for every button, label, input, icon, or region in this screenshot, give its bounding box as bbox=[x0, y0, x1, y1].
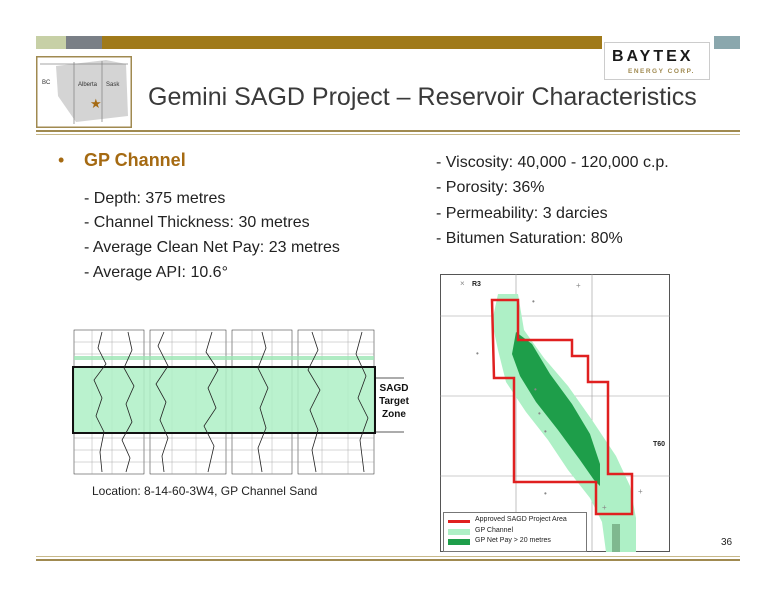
well-log-caption: Location: 8-14-60-3W4, GP Channel Sand bbox=[92, 484, 318, 498]
sagd-target-zone bbox=[74, 368, 374, 432]
svg-text:•: • bbox=[476, 349, 479, 358]
bullet-marker: • bbox=[58, 150, 65, 170]
page-number: 36 bbox=[721, 537, 733, 548]
section-heading: GP Channel bbox=[84, 150, 186, 170]
svg-text:•: • bbox=[532, 297, 535, 306]
map-label-sask: Sask bbox=[106, 82, 120, 88]
left-item-net-pay: - Average Clean Net Pay: 23 metres bbox=[84, 239, 340, 256]
legend-label-netpay: GP Net Pay > 20 metres bbox=[475, 537, 551, 544]
log-upper-marker bbox=[74, 356, 374, 360]
map-legend: Approved SAGD Project Area GP Channel GP… bbox=[443, 512, 587, 552]
footer-rule bbox=[36, 559, 740, 561]
right-item-porosity: - Porosity: 36% bbox=[436, 179, 545, 196]
legend-swatch-netpay bbox=[448, 539, 470, 545]
location-map: BC Alberta Sask ★ bbox=[36, 56, 132, 128]
map-label-bc: BC bbox=[42, 80, 51, 86]
legend-item-channel: GP Channel bbox=[448, 527, 584, 537]
right-item-permeability: - Permeability: 3 darcies bbox=[436, 205, 608, 222]
svg-text:+: + bbox=[638, 487, 643, 496]
legend-item-project: Approved SAGD Project Area bbox=[448, 516, 584, 526]
left-item-thickness: - Channel Thickness: 30 metres bbox=[84, 214, 310, 231]
title-rule-thin bbox=[36, 134, 740, 135]
township-label: T60 bbox=[653, 441, 665, 448]
legend-swatch-project bbox=[448, 520, 470, 523]
company-logo-sub: ENERGY CORP. bbox=[628, 68, 695, 75]
svg-text:•: • bbox=[538, 409, 541, 418]
well-log-image bbox=[72, 328, 376, 478]
channel-tail bbox=[612, 524, 620, 552]
strip-segment-3 bbox=[102, 36, 602, 49]
svg-text:•: • bbox=[534, 385, 537, 394]
left-item-api: - Average API: 10.6° bbox=[84, 264, 228, 281]
strip-segment-2 bbox=[66, 36, 102, 49]
legend-swatch-channel bbox=[448, 529, 470, 535]
svg-text:•: • bbox=[544, 489, 547, 498]
title-rule bbox=[36, 130, 740, 132]
right-item-saturation: - Bitumen Saturation: 80% bbox=[436, 230, 623, 247]
channel-map: × + •• •• •• ++ R3 T60 bbox=[440, 274, 670, 552]
svg-text:+: + bbox=[576, 281, 581, 290]
strip-segment-4 bbox=[714, 36, 740, 49]
footer-rule-thin bbox=[36, 556, 740, 557]
strip-segment-1 bbox=[36, 36, 66, 49]
right-item-viscosity: - Viscosity: 40,000 - 120,000 c.p. bbox=[436, 154, 669, 171]
svg-text:•: • bbox=[544, 427, 547, 436]
slide-title: Gemini SAGD Project – Reservoir Characte… bbox=[148, 83, 697, 111]
svg-text:×: × bbox=[460, 279, 465, 288]
legend-label-project: Approved SAGD Project Area bbox=[475, 516, 567, 523]
map-label-alberta: Alberta bbox=[78, 82, 98, 88]
company-logo: BAYTEX bbox=[612, 48, 694, 65]
range-label: R3 bbox=[472, 281, 481, 288]
legend-item-netpay: GP Net Pay > 20 metres bbox=[448, 537, 584, 547]
svg-text:+: + bbox=[602, 503, 607, 512]
legend-label-channel: GP Channel bbox=[475, 527, 514, 534]
left-item-depth: - Depth: 375 metres bbox=[84, 190, 226, 207]
label-leader-lines bbox=[376, 377, 404, 433]
location-star-icon: ★ bbox=[90, 96, 102, 111]
